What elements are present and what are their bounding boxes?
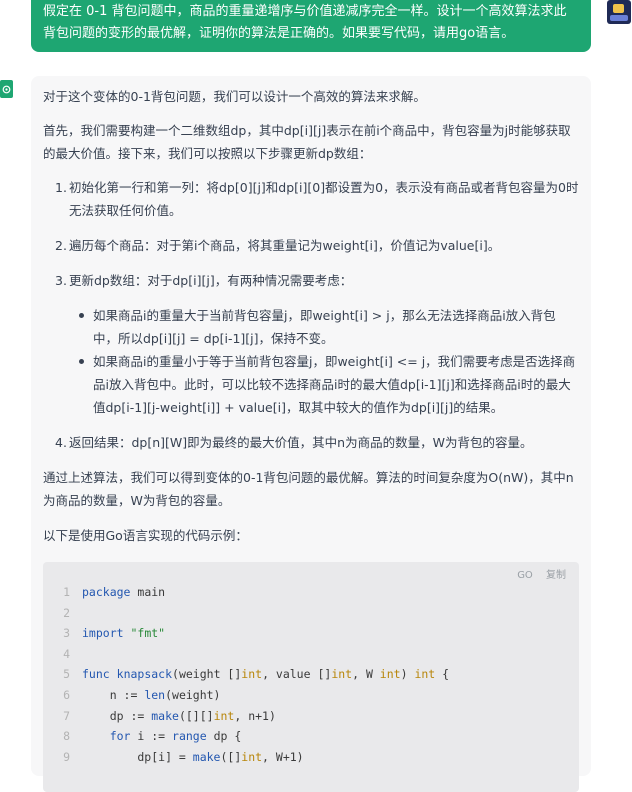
- code-header: GO 复制: [507, 566, 566, 581]
- step-text: 遍历每个商品：对于第i个商品，将其重量记为weight[i]，价值记为value…: [69, 238, 501, 253]
- step-number: 2.: [55, 238, 67, 253]
- code-language-label: GO: [517, 570, 533, 581]
- list-item: 1. 初始化第一行和第一列：将dp[0][j]和dp[i][0]都设置为0，表示…: [43, 176, 579, 222]
- user-message-text: 假定在 0-1 背包问题中，商品的重量递增序与价值递减序完全一样。设计一个高效算…: [43, 4, 567, 41]
- sub-bullet-list: 如果商品i的重量大于当前背包容量j，即weight[i] > j，那么无法选择商…: [43, 304, 579, 419]
- steps-list: 1. 初始化第一行和第一列：将dp[0][j]和dp[i][0]都设置为0，表示…: [43, 176, 579, 292]
- answer-setup: 首先，我们需要构建一个二维数组dp，其中dp[i][j]表示在前i个商品中，背包…: [43, 123, 571, 161]
- answer-conclusion: 通过上述算法，我们可以得到变体的0-1背包问题的最优解。算法的时间复杂度为O(n…: [43, 470, 574, 508]
- code-text: func knapsack(weight []int, value []int,…: [82, 667, 450, 682]
- assistant-answer-card: 对于这个变体的0-1背包问题，我们可以设计一个高效的算法来求解。 首先，我们需要…: [31, 76, 591, 792]
- code-line: 9 dp[i] = make([]int, W+1): [43, 747, 579, 768]
- line-number: 4: [63, 646, 70, 661]
- line-number: 2: [63, 605, 70, 620]
- code-line: 2: [43, 603, 579, 624]
- user-avatar-icon: [607, 0, 631, 24]
- step-number: 3.: [55, 273, 67, 288]
- list-item: 4. 返回结果：dp[n][W]即为最终的最大价值，其中n为商品的数量，W为背包…: [43, 431, 579, 454]
- step-text: 返回结果：dp[n][W]即为最终的最大价值，其中n为商品的数量，W为背包的容量…: [69, 435, 533, 450]
- user-message-bubble: 假定在 0-1 背包问题中，商品的重量递增序与价值递减序完全一样。设计一个高效算…: [31, 0, 591, 52]
- answer-intro: 对于这个变体的0-1背包问题，我们可以设计一个高效的算法来求解。: [43, 89, 426, 104]
- list-item: 3. 更新dp数组：对于dp[i][j]，有两种情况需要考虑：: [43, 269, 579, 292]
- code-line: 8 for i := range dp {: [43, 726, 579, 747]
- code-text: import "fmt": [82, 626, 166, 641]
- code-text: dp[i] = make([]int, W+1): [82, 749, 304, 764]
- code-lines: 1 package main 2 3 import "fmt" 4 5 func knapsa…: [43, 582, 579, 767]
- bullet-dot: [79, 313, 84, 318]
- code-line: 3 import "fmt": [43, 623, 579, 644]
- code-text: for i := range dp {: [109, 729, 242, 744]
- code-intro: 以下是使用Go语言实现的代码示例：: [43, 528, 248, 543]
- list-item: 如果商品i的重量大于当前背包容量j，即weight[i] > j，那么无法选择商…: [43, 304, 579, 350]
- chatgpt-logo-icon: [0, 80, 13, 98]
- step-text: 更新dp数组：对于dp[i][j]，有两种情况需要考虑：: [69, 273, 353, 288]
- code-text: dp := make([][]int, n+1): [82, 708, 276, 723]
- steps-list-continued: 4. 返回结果：dp[n][W]即为最终的最大价值，其中n为商品的数量，W为背包…: [43, 431, 579, 454]
- line-number: 9: [63, 749, 70, 764]
- line-number: 5: [63, 667, 70, 682]
- code-line: 4: [43, 644, 579, 665]
- line-number: 8: [63, 729, 70, 744]
- code-line: 1 package main: [43, 582, 579, 603]
- step-number: 4.: [55, 435, 67, 450]
- copy-button[interactable]: 复制: [546, 570, 566, 581]
- list-item: 2. 遍历每个商品：对于第i个商品，将其重量记为weight[i]，价值记为va…: [43, 234, 579, 257]
- code-line: 5 func knapsack(weight []int, value []int…: [43, 664, 579, 685]
- code-text: n := len(weight): [82, 687, 221, 702]
- bullet-text: 如果商品i的重量大于当前背包容量j，即weight[i] > j，那么无法选择商…: [93, 308, 556, 346]
- line-number: 7: [63, 708, 70, 723]
- bullet-dot: [79, 359, 84, 364]
- code-line: 7 dp := make([][]int, n+1): [43, 706, 579, 727]
- step-text: 初始化第一行和第一列：将dp[0][j]和dp[i][0]都设置为0，表示没有商…: [69, 180, 579, 218]
- code-block: GO 复制 1 package main 2 3 import "fmt" 4 5 func …: [43, 562, 579, 792]
- list-item: 如果商品i的重量小于等于当前背包容量j，即weight[i] <= j，我们需要…: [43, 350, 579, 419]
- line-number: 6: [63, 687, 70, 702]
- line-number: 3: [63, 626, 70, 641]
- step-number: 1.: [55, 180, 67, 195]
- code-line: 6 n := len(weight): [43, 685, 579, 706]
- bullet-text: 如果商品i的重量小于等于当前背包容量j，即weight[i] <= j，我们需要…: [93, 354, 576, 415]
- code-text: package main: [82, 585, 166, 599]
- line-number: 1: [63, 585, 70, 599]
